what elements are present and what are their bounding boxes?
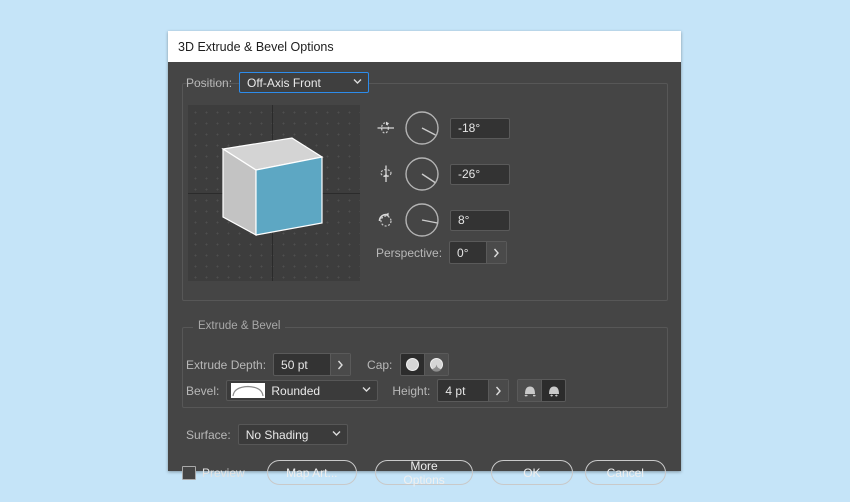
- surface-select-value: No Shading: [245, 427, 309, 442]
- surface-select[interactable]: No Shading: [237, 424, 348, 445]
- bevel-label: Bevel:: [186, 383, 220, 398]
- surface-label: Surface:: [186, 427, 231, 442]
- dialog-titlebar: 3D Extrude & Bevel Options: [168, 31, 681, 62]
- rotate-y-dial[interactable]: [404, 156, 440, 192]
- perspective-input[interactable]: 0°: [450, 242, 486, 263]
- extrude-depth-label: Extrude Depth:: [186, 357, 267, 372]
- perspective-row: Perspective: 0°: [376, 241, 508, 264]
- rotate-y-input[interactable]: -26°: [450, 163, 510, 185]
- rotate-z-axis-icon: [374, 208, 398, 232]
- dialog-title: 3D Extrude & Bevel Options: [178, 39, 334, 54]
- extrude-depth-chevron-right-icon[interactable]: [330, 354, 351, 375]
- extrude-depth-stepper[interactable]: 50 pt: [273, 353, 352, 376]
- cancel-button[interactable]: Cancel: [584, 460, 666, 485]
- perspective-chevron-right-icon[interactable]: [486, 242, 507, 263]
- extrude-depth-row: Extrude Depth: 50 pt Cap:: [186, 353, 450, 376]
- rotate-y-row: -26°: [374, 156, 510, 192]
- bevel-extent-toggle-group: [517, 379, 567, 402]
- position-select-value: Off-Axis Front: [247, 75, 321, 90]
- position-row: Position: Off-Axis Front: [186, 72, 370, 93]
- bevel-select[interactable]: Rounded: [226, 380, 379, 401]
- bevel-height-chevron-right-icon[interactable]: [488, 380, 509, 401]
- ok-button[interactable]: OK: [491, 460, 573, 485]
- bevel-height-stepper[interactable]: 4 pt: [437, 379, 510, 402]
- chevron-down-icon: [362, 386, 371, 394]
- preview-checkbox-row[interactable]: Preview: [182, 465, 245, 480]
- cap-label: Cap:: [367, 357, 393, 372]
- map-art-button[interactable]: Map Art...: [266, 460, 357, 485]
- cap-hollow-button[interactable]: [424, 354, 449, 375]
- position-label: Position:: [186, 75, 233, 90]
- cap-solid-button[interactable]: [401, 354, 425, 375]
- perspective-label: Perspective:: [376, 245, 443, 260]
- more-options-button[interactable]: More Options: [374, 459, 474, 487]
- bevel-height-input[interactable]: 4 pt: [438, 380, 488, 401]
- surface-row: Surface: No Shading: [186, 424, 348, 445]
- rotate-z-input[interactable]: 8°: [450, 209, 510, 231]
- rotate-x-axis-icon: [374, 116, 398, 140]
- bevel-height-label: Height:: [392, 383, 431, 398]
- rotate-z-row: 8°: [374, 202, 510, 238]
- chevron-down-icon: [332, 430, 341, 438]
- rotate-y-axis-icon: [374, 162, 398, 186]
- dialog-footer: Preview Map Art... More Options OK Cance…: [182, 459, 666, 487]
- bevel-row: Bevel: Rounded Height: 4 pt: [186, 379, 567, 402]
- rotate-z-dial[interactable]: [404, 202, 440, 238]
- preview-checkbox[interactable]: [182, 465, 196, 480]
- bevel-extent-out-button[interactable]: [518, 380, 542, 401]
- cube-graphic: [221, 137, 324, 237]
- dialog-body: Position: Off-Axis Front -18° -26° 8° Pe…: [168, 62, 681, 487]
- bevel-extent-in-button[interactable]: [541, 380, 566, 401]
- extrude-depth-input[interactable]: 50 pt: [274, 354, 330, 375]
- bevel-select-value: Rounded: [271, 383, 321, 398]
- 3d-cube-preview[interactable]: [188, 105, 360, 281]
- position-select[interactable]: Off-Axis Front: [239, 72, 370, 93]
- preview-label: Preview: [202, 465, 245, 480]
- rotate-x-input[interactable]: -18°: [450, 117, 510, 139]
- chevron-down-icon: [353, 78, 362, 86]
- extrude-bevel-legend: Extrude & Bevel: [193, 320, 286, 332]
- 3d-extrude-bevel-dialog: 3D Extrude & Bevel Options Position: Off…: [168, 31, 681, 487]
- rotate-x-dial[interactable]: [404, 110, 440, 146]
- perspective-stepper[interactable]: 0°: [449, 241, 508, 264]
- bevel-shape-icon: [231, 383, 266, 398]
- cap-toggle-group: [400, 353, 450, 376]
- rotate-x-row: -18°: [374, 110, 510, 146]
